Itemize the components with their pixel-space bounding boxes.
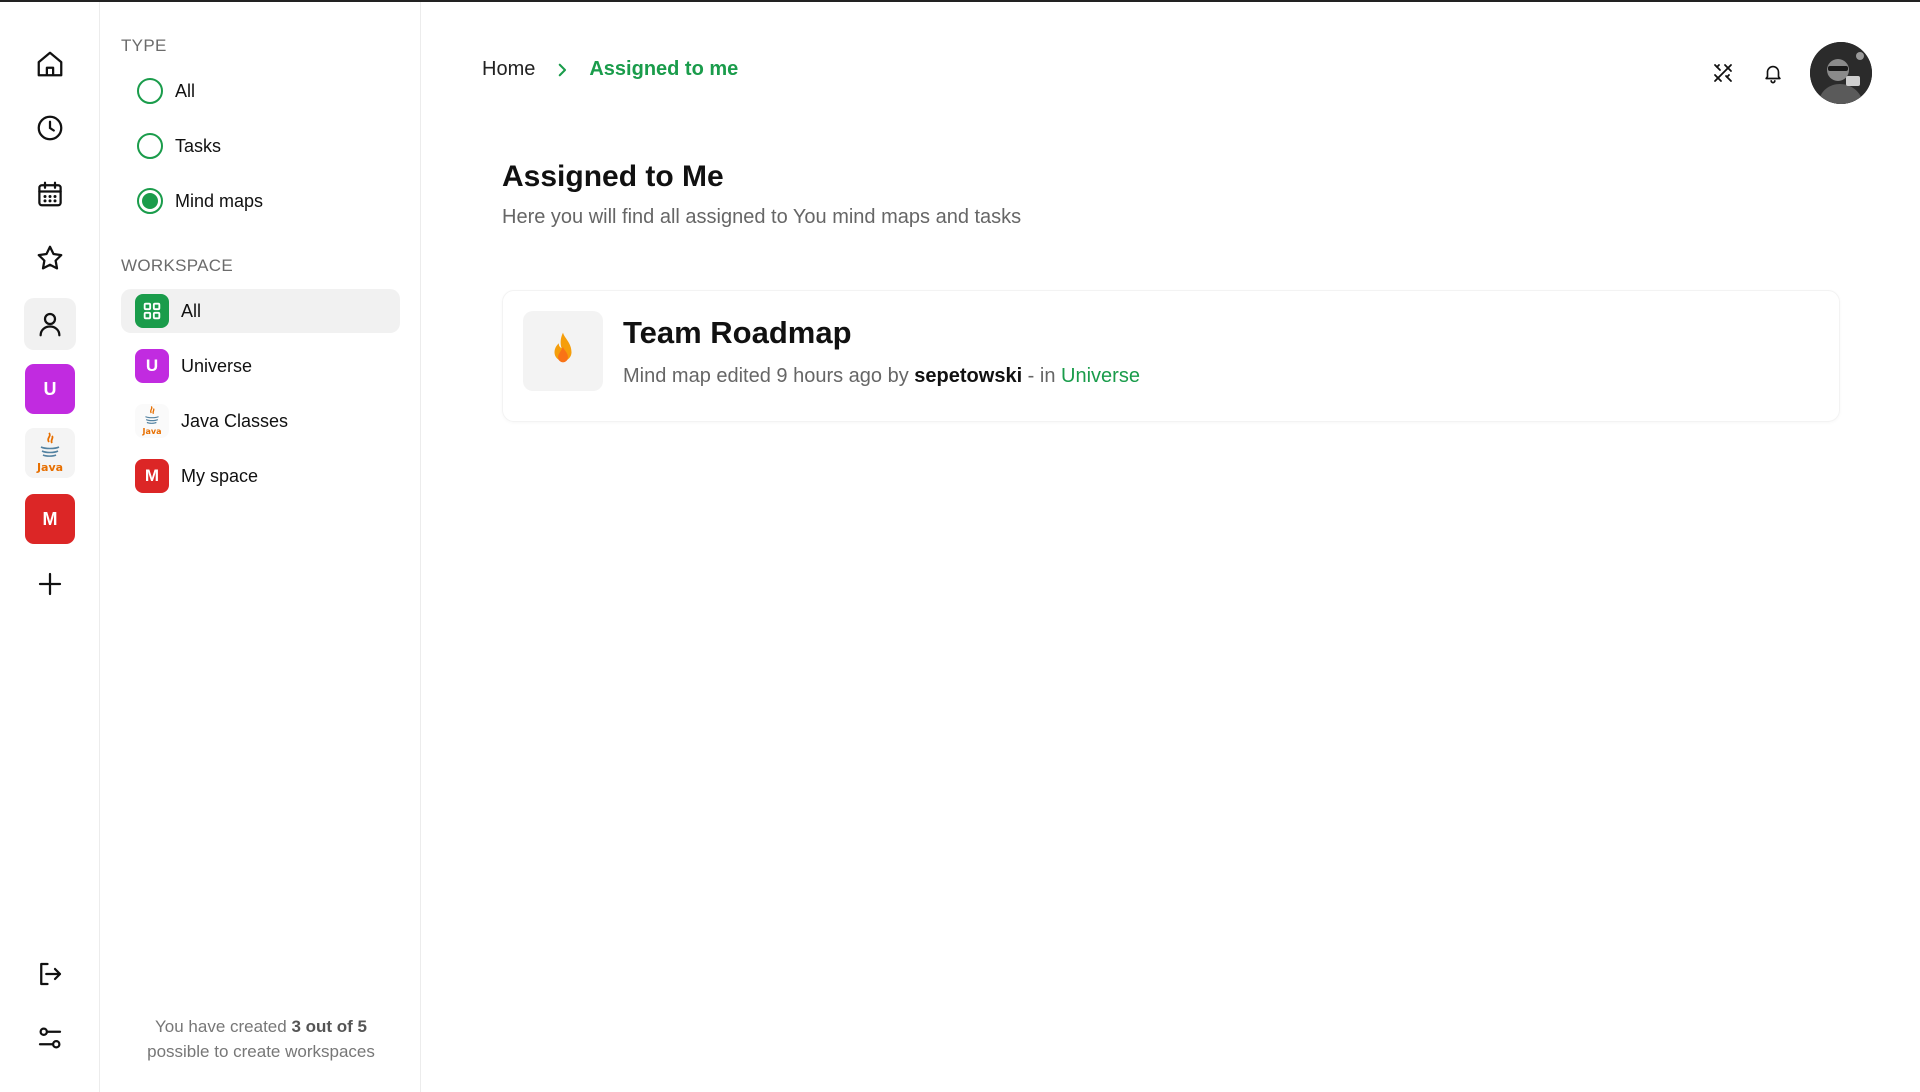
quota-suffix: possible to create workspaces	[147, 1042, 375, 1061]
radio-unselected[interactable]	[137, 78, 163, 104]
breadcrumb: Home Assigned to me	[482, 58, 738, 81]
type-filter-tasks[interactable]: Tasks	[137, 131, 221, 161]
type-filter-label: Tasks	[175, 135, 222, 156]
rail-workspace-java-classes[interactable]: Java	[25, 428, 75, 478]
workspace-section-label: WORKSPACE	[121, 256, 233, 275]
type-filter-mind-maps[interactable]: Mind maps	[137, 186, 263, 216]
calendar-icon	[38, 181, 62, 207]
workspace-filter-java-classes[interactable]: Java Java Classes	[121, 399, 400, 443]
java-logo-text: Java	[36, 461, 63, 474]
workspace-filter-my-space[interactable]: M My space	[121, 454, 400, 498]
radio-unselected[interactable]	[137, 133, 163, 159]
workspace-filter-all[interactable]: All	[121, 289, 400, 333]
tools-icon	[1714, 64, 1732, 82]
workspace-filter-label: Java Classes	[181, 410, 289, 431]
theme-toggle-button[interactable]	[1710, 60, 1736, 86]
radio-dot	[142, 193, 158, 209]
quota-count: 3 out of 5	[291, 1017, 367, 1036]
star-icon	[37, 245, 63, 270]
notifications-button[interactable]	[1760, 60, 1786, 86]
recent-button[interactable]	[24, 102, 76, 154]
starred-button[interactable]	[24, 232, 76, 284]
assigned-item-card[interactable]: Team Roadmap Mind map edited 9 hours ago…	[502, 290, 1840, 422]
bell-icon	[1765, 65, 1781, 84]
workspace-filter-universe[interactable]: U Universe	[121, 344, 400, 388]
item-meta-separator: - in	[1022, 365, 1062, 387]
type-filter-label: All	[175, 80, 196, 101]
logout-icon	[40, 962, 62, 986]
workspace-filter-label: All	[181, 300, 202, 321]
workspace-filter-label: Universe	[181, 355, 253, 376]
rail-workspace-my-space[interactable]: M	[25, 494, 75, 544]
workspace-quota-text: You have created 3 out of 5 possible to …	[101, 1014, 421, 1064]
plus-icon	[38, 572, 62, 596]
home-button[interactable]	[24, 38, 76, 90]
type-filter-all[interactable]: All	[137, 76, 195, 106]
java-logo-text: Java	[142, 427, 162, 436]
grid-icon	[135, 294, 169, 328]
page-title: Assigned to Me	[502, 160, 724, 193]
avatar-image	[1810, 42, 1872, 104]
workspace-letter: M	[42, 508, 58, 529]
java-logo-icon: Java	[135, 404, 169, 438]
user-icon	[39, 312, 61, 337]
workspace-filter-label: My space	[181, 465, 259, 486]
clock-icon	[37, 115, 63, 141]
sliders-icon	[38, 1027, 62, 1049]
logout-button[interactable]	[24, 948, 76, 1000]
home-icon	[37, 51, 63, 77]
workspace-letter: U	[43, 378, 57, 399]
breadcrumb-current[interactable]: Assigned to me	[589, 58, 738, 81]
quota-prefix: You have created	[155, 1017, 292, 1036]
user-avatar[interactable]	[1810, 42, 1872, 104]
workspace-badge: M	[135, 459, 169, 493]
item-meta-prefix: Mind map edited 9 hours ago by	[623, 365, 915, 387]
item-workspace-link[interactable]: Universe	[1061, 365, 1140, 387]
breadcrumb-home[interactable]: Home	[482, 58, 535, 81]
icon-rail: U Java M	[0, 2, 100, 1092]
assigned-to-me-button[interactable]	[24, 298, 76, 350]
java-logo-icon: Java	[36, 432, 63, 474]
settings-button[interactable]	[24, 1012, 76, 1064]
workspace-badge: U	[135, 349, 169, 383]
filter-panel: TYPE All Tasks Mind maps WORKSPACE All U…	[101, 2, 421, 1092]
item-title: Team Roadmap	[623, 315, 852, 350]
chevron-right-icon	[553, 61, 571, 79]
type-section-label: TYPE	[121, 36, 167, 55]
rail-workspace-universe[interactable]: U	[25, 364, 75, 414]
fire-icon	[523, 311, 603, 391]
radio-selected[interactable]	[137, 188, 163, 214]
type-filter-label: Mind maps	[175, 190, 264, 211]
calendar-button[interactable]	[24, 168, 76, 220]
item-meta: Mind map edited 9 hours ago by sepetowsk…	[623, 365, 1140, 388]
page-subtitle: Here you will find all assigned to You m…	[502, 206, 1022, 228]
add-workspace-button[interactable]	[24, 558, 76, 610]
item-author: sepetowski	[914, 365, 1023, 387]
